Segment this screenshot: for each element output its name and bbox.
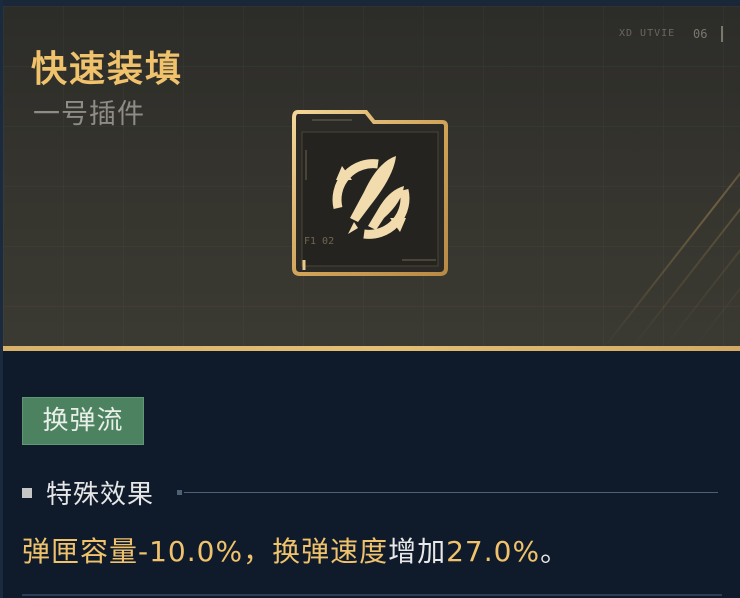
effect-value-magazine: -10.0%， [138, 535, 273, 568]
bottom-divider [22, 594, 722, 596]
rocket-reload-icon [332, 156, 410, 239]
special-effect-section-header: 特殊效果 [22, 474, 722, 510]
corner-number: 06 [693, 27, 708, 41]
plugin-icon-card: F1 02 [292, 110, 448, 276]
effect-description: 弹匣容量-10.0%，换弹速度增加27.0%。 [22, 530, 569, 570]
effect-value-reload: 27.0% [446, 535, 541, 568]
effect-verb: 增加 [388, 535, 447, 568]
effect-period: 。 [540, 535, 570, 568]
corner-code: XD UTVIE [619, 28, 676, 39]
square-bullet-icon [22, 488, 32, 498]
effect-stat-reload: 换弹速度 [272, 535, 389, 568]
item-title: 快速装填 [31, 49, 184, 90]
effect-stat-magazine: 弹匣容量 [22, 535, 139, 568]
divider-cap [177, 490, 182, 495]
section-title: 特殊效果 [46, 480, 155, 510]
header-divider [3, 346, 740, 351]
corner-marker [721, 26, 727, 42]
section-divider-line [184, 492, 718, 493]
playstyle-tag: 换弹流 [22, 397, 144, 445]
item-subtitle: 一号插件 [33, 99, 145, 130]
